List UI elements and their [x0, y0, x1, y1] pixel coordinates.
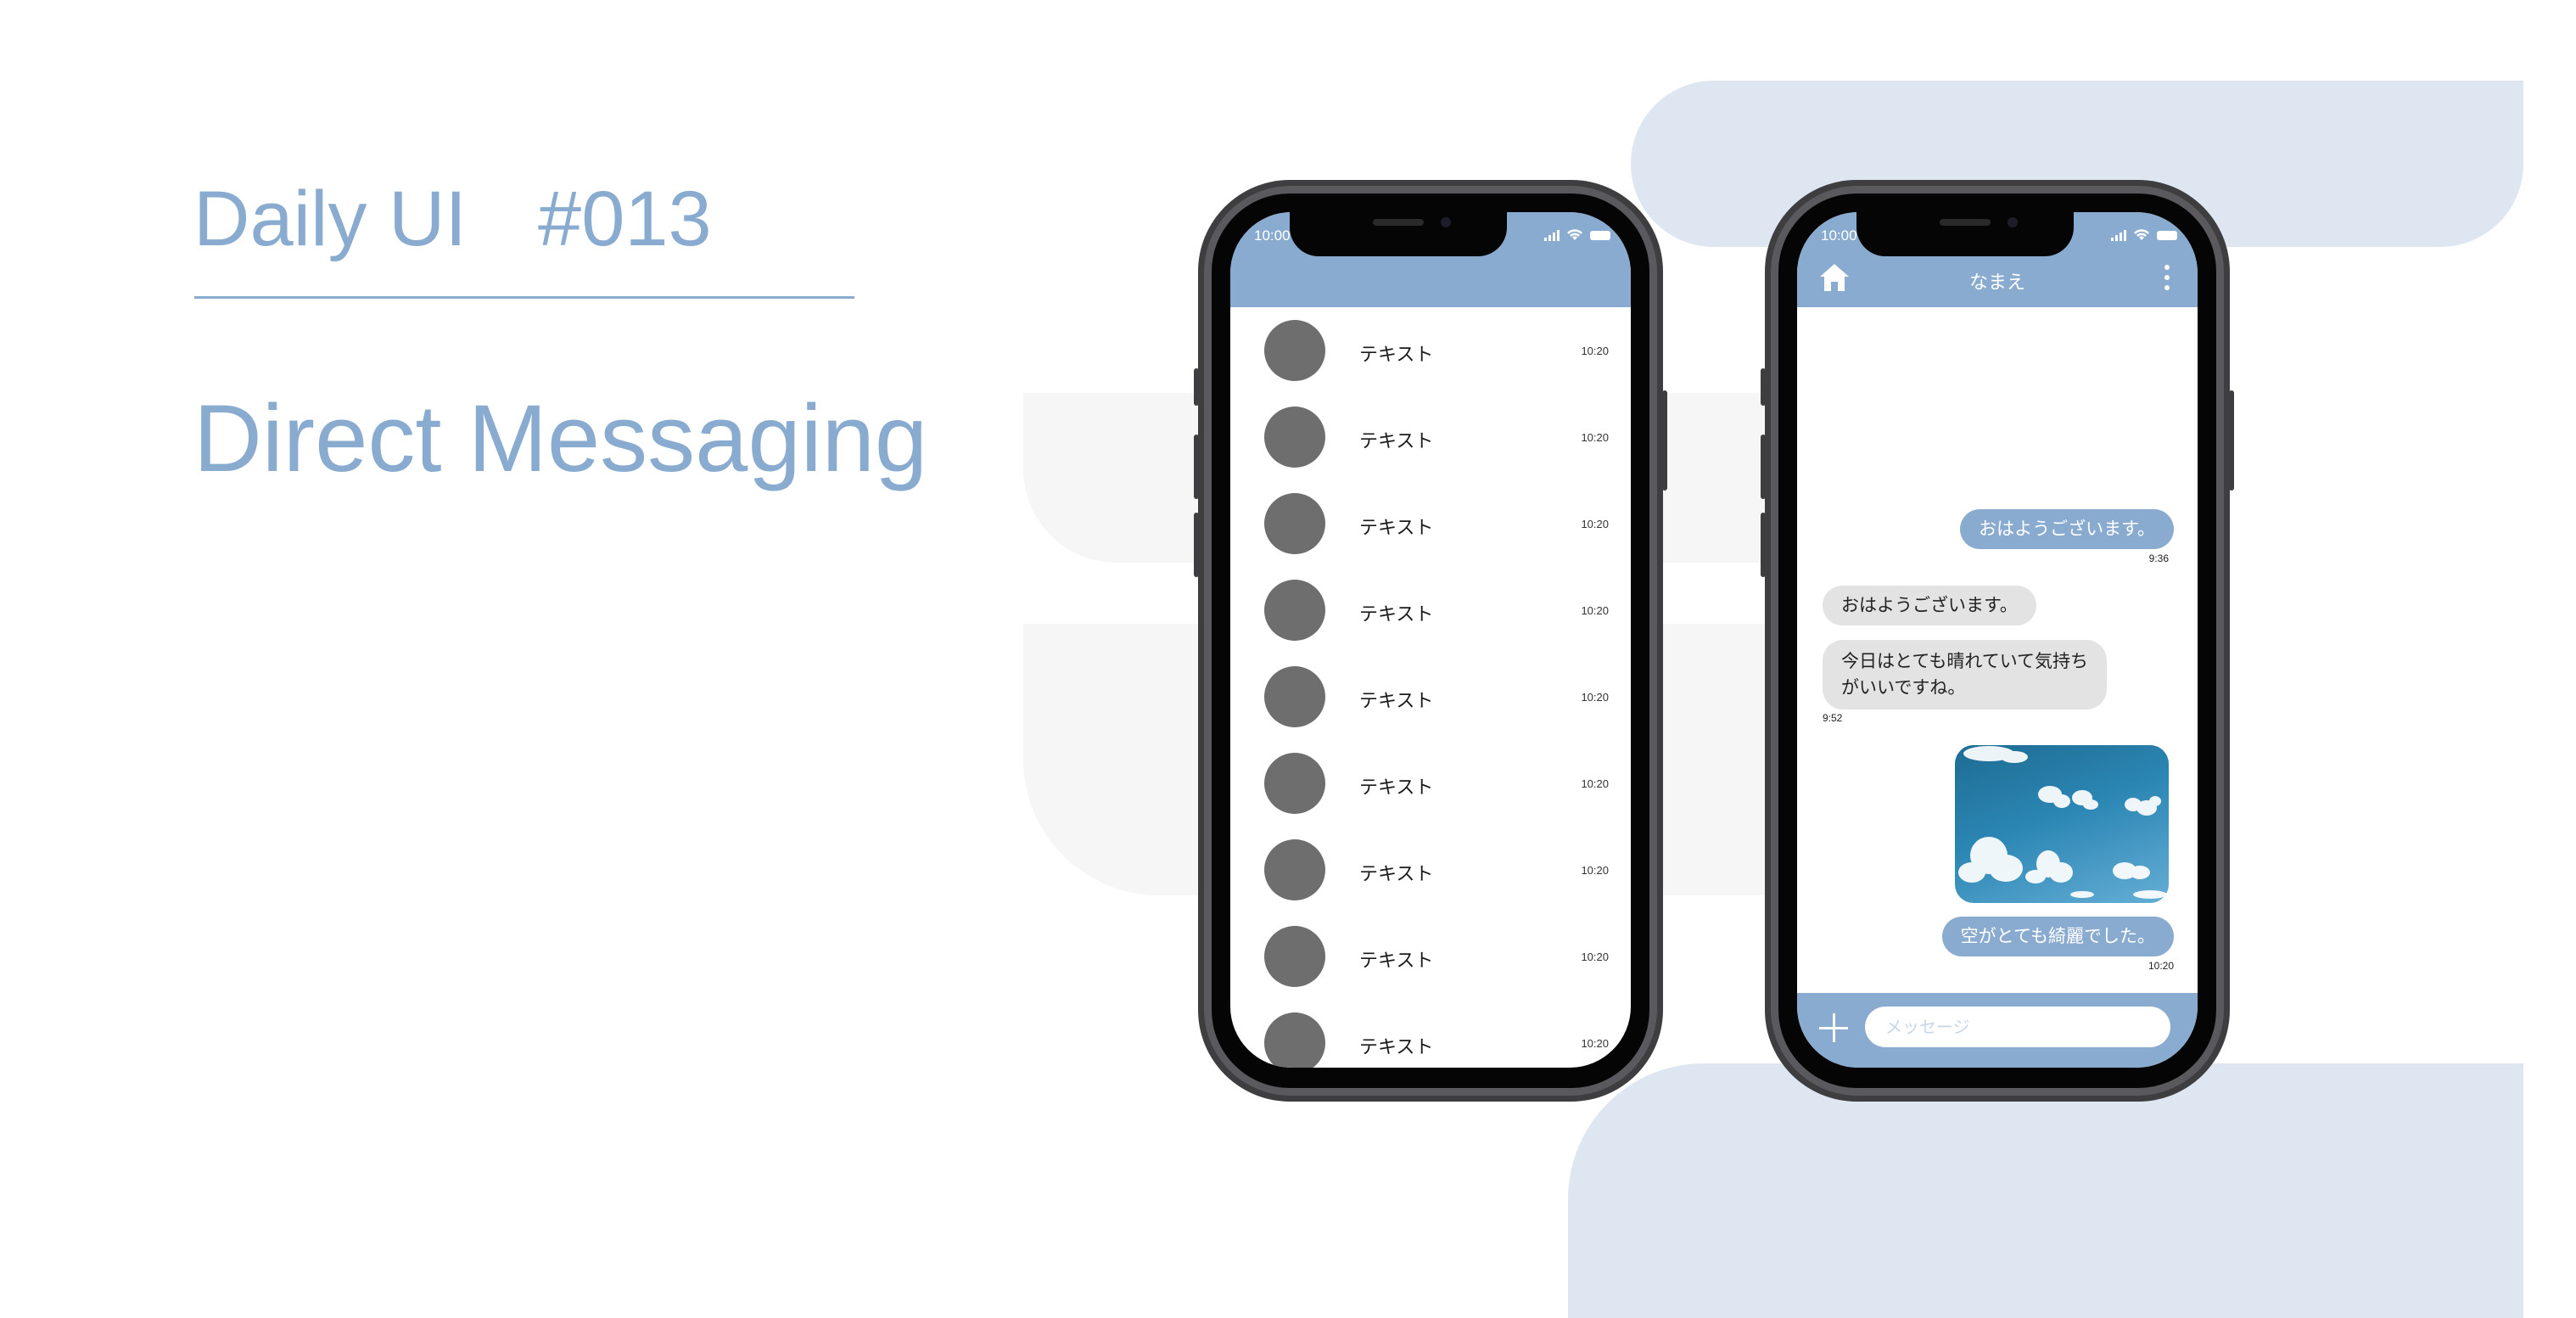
- more-vertical-icon[interactable]: [2162, 265, 2172, 295]
- message-time: 10:20: [1581, 777, 1609, 790]
- headline-number: #013: [538, 176, 712, 262]
- avatar: [1264, 580, 1325, 641]
- battery-icon: [2157, 231, 2177, 240]
- signal-icon: [1544, 230, 1560, 241]
- avatar: [1264, 1012, 1325, 1068]
- shared-photo-sky[interactable]: [1955, 745, 2169, 903]
- power-button: [1662, 390, 1667, 491]
- status-time: 10:00: [1821, 227, 1857, 244]
- volume-down-button: [1194, 513, 1199, 577]
- notch: [1290, 212, 1507, 256]
- message-time: 10:20: [1581, 518, 1609, 530]
- power-button: [2229, 390, 2234, 491]
- phone-mockup-chat: 10:00 ➤ なまえ おはようございます。 9:36 おはようございます。 今…: [1761, 180, 2234, 1102]
- chat-contact-name: なまえ: [1968, 272, 2025, 294]
- volume-down-button: [1761, 513, 1766, 577]
- speaker: [1373, 219, 1424, 226]
- signal-icon: [2111, 230, 2126, 241]
- headline-daily: Daily UI: [193, 176, 468, 262]
- message-line: がいいですね。: [1841, 677, 1966, 698]
- headline-title: Daily UI #013: [193, 175, 712, 264]
- list-item[interactable]: テキスト 10:20: [1230, 653, 1631, 740]
- message-line: 今日はとても晴れていて気持ち: [1841, 651, 2089, 671]
- mute-switch: [1194, 368, 1199, 406]
- list-item[interactable]: テキスト 10:20: [1230, 394, 1631, 480]
- message-time: 10:20: [1581, 864, 1609, 877]
- list-item[interactable]: テキスト 10:20: [1230, 567, 1631, 653]
- wifi-icon: [2134, 229, 2149, 240]
- avatar: [1264, 320, 1325, 381]
- camera: [1441, 217, 1451, 227]
- contact-name: テキスト: [1359, 518, 1434, 539]
- battery-icon: [1590, 231, 1610, 240]
- message-bubble-sent: おはようございます。: [1960, 509, 2174, 549]
- avatar: [1264, 407, 1325, 468]
- message-time: 9:52: [1823, 712, 1843, 724]
- clouds-illustration: [1958, 746, 2167, 899]
- list-item[interactable]: テキスト 10:20: [1230, 827, 1631, 913]
- message-time: 10:20: [1581, 1037, 1609, 1050]
- list-item[interactable]: テキスト 10:20: [1230, 1000, 1631, 1068]
- wifi-icon: [1567, 229, 1582, 240]
- avatar: [1264, 839, 1325, 900]
- list-item[interactable]: テキスト 10:20: [1230, 307, 1631, 394]
- volume-up-button: [1761, 435, 1766, 499]
- contact-name: テキスト: [1359, 777, 1434, 799]
- divider: [194, 296, 854, 299]
- contact-name: テキスト: [1359, 691, 1434, 712]
- speaker: [1940, 219, 1991, 226]
- list-screen: 10:00 ➤ テキスト 10:20 テキスト 10:20 テキスト 10:20: [1230, 212, 1631, 1068]
- message-time: 10:20: [2148, 960, 2174, 972]
- status-time: 10:00: [1254, 227, 1291, 244]
- contact-name: テキスト: [1359, 864, 1434, 885]
- message-time: 9:36: [2148, 552, 2169, 564]
- message-time: 10:20: [1581, 951, 1609, 963]
- message-bubble-received: おはようございます。: [1823, 586, 2036, 625]
- notch: [1856, 212, 2074, 256]
- avatar: [1264, 753, 1325, 814]
- background-shape: [1568, 1063, 2523, 1318]
- contact-name: テキスト: [1359, 345, 1434, 366]
- message-time: 10:20: [1581, 691, 1609, 704]
- avatar: [1264, 666, 1325, 727]
- phone-mockup-list: 10:00 ➤ テキスト 10:20 テキスト 10:20 テキスト 10:20: [1194, 180, 1667, 1102]
- message-input[interactable]: [1865, 1007, 2170, 1047]
- volume-up-button: [1194, 435, 1199, 499]
- contact-name: テキスト: [1359, 431, 1434, 452]
- contact-name: テキスト: [1359, 951, 1434, 972]
- chat-screen: 10:00 ➤ なまえ おはようございます。 9:36 おはようございます。 今…: [1797, 212, 2198, 1068]
- avatar: [1264, 493, 1325, 554]
- message-bubble-sent: 空がとても綺麗でした。: [1941, 917, 2174, 956]
- mute-switch: [1761, 368, 1766, 406]
- contact-name: テキスト: [1359, 1037, 1434, 1058]
- contact-name: テキスト: [1359, 604, 1434, 625]
- camera: [2008, 217, 2018, 227]
- list-item[interactable]: テキスト 10:20: [1230, 740, 1631, 827]
- message-bubble-received: 今日はとても晴れていて気持ち がいいですね。: [1823, 640, 2108, 709]
- message-time: 10:20: [1581, 345, 1609, 357]
- message-composer: [1797, 993, 2198, 1068]
- avatar: [1264, 926, 1325, 987]
- plus-icon[interactable]: [1819, 1013, 1848, 1042]
- message-time: 10:20: [1581, 604, 1609, 617]
- list-item[interactable]: テキスト 10:20: [1230, 480, 1631, 567]
- message-time: 10:20: [1581, 431, 1609, 444]
- list-item[interactable]: テキスト 10:20: [1230, 913, 1631, 1000]
- headline-subject: Direct Messaging: [193, 385, 928, 491]
